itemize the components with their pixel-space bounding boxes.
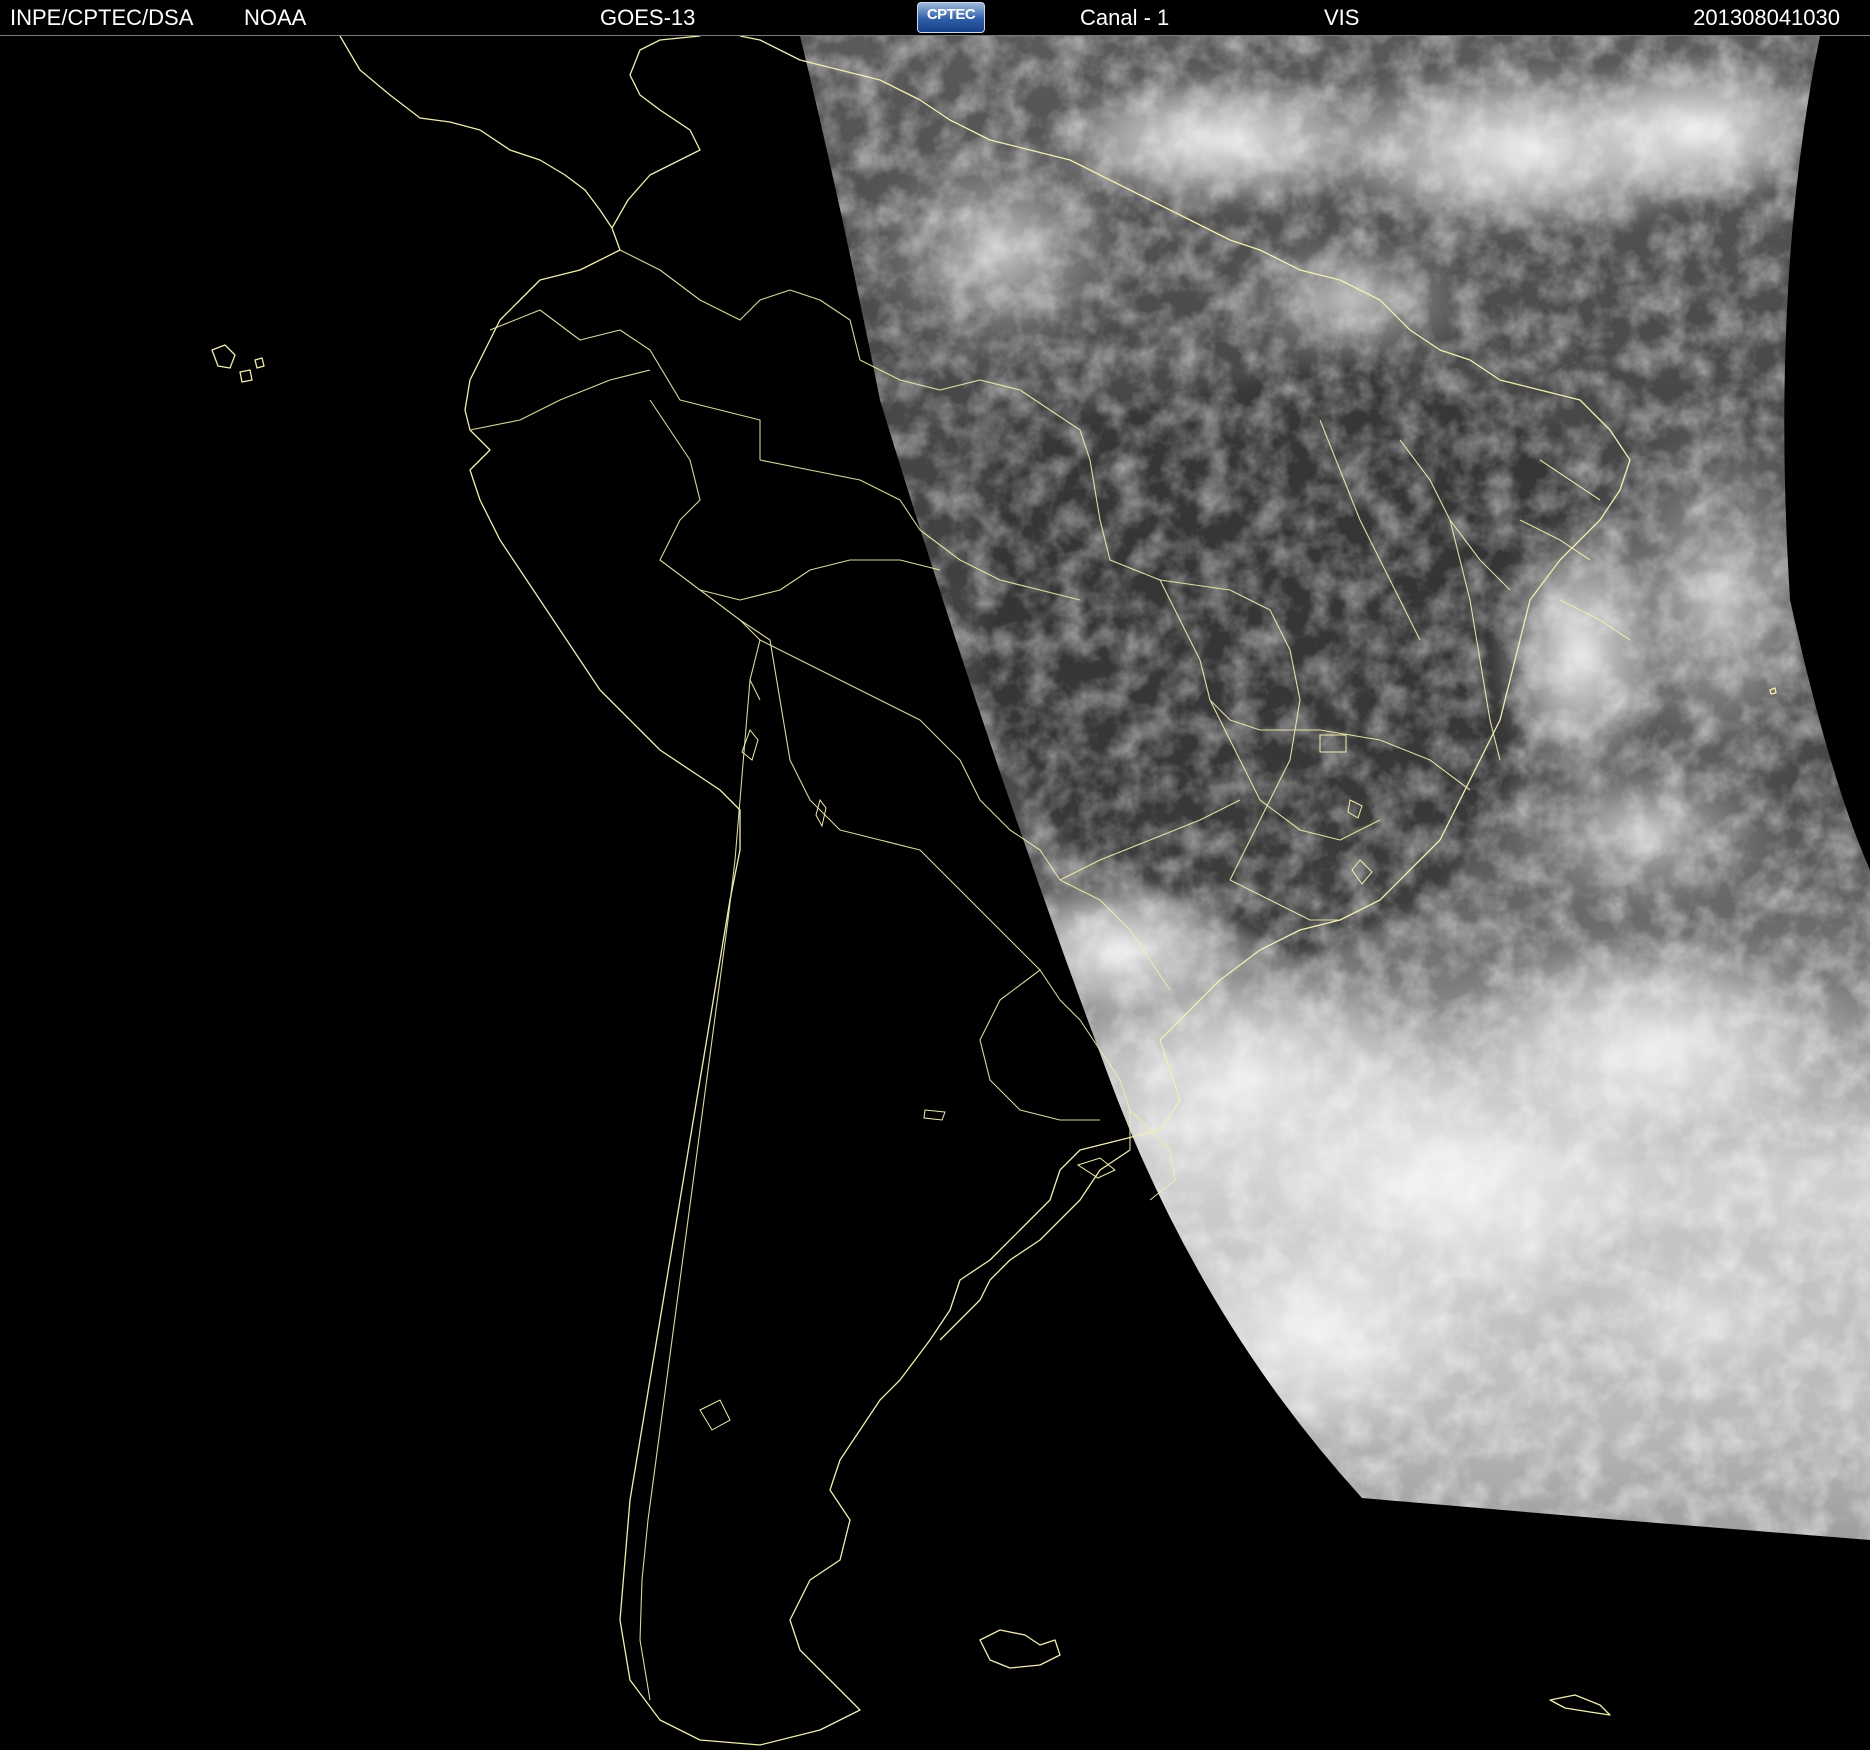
channel-label: Canal - 1 bbox=[1080, 5, 1170, 30]
logo-text: CPTEC bbox=[926, 6, 976, 23]
satellite-image bbox=[211, 36, 1870, 1746]
central-america-coast bbox=[339, 36, 613, 229]
falkland-islands bbox=[979, 1629, 1061, 1669]
galapagos-islands bbox=[211, 344, 265, 383]
visible-swath bbox=[800, 36, 1870, 1540]
image-header: INPE/CPTEC/DSA NOAA GOES-13 CPTEC Canal … bbox=[0, 0, 1870, 36]
cptec-logo: CPTEC bbox=[917, 2, 985, 33]
agency-label: NOAA bbox=[244, 5, 307, 30]
satellite-label: GOES-13 bbox=[600, 5, 696, 30]
datetime-label: 201308041030 bbox=[1693, 5, 1840, 30]
south-georgia bbox=[1549, 1694, 1611, 1716]
band-label: VIS bbox=[1324, 5, 1360, 30]
source-org-label: INPE/CPTEC/DSA bbox=[10, 5, 194, 30]
